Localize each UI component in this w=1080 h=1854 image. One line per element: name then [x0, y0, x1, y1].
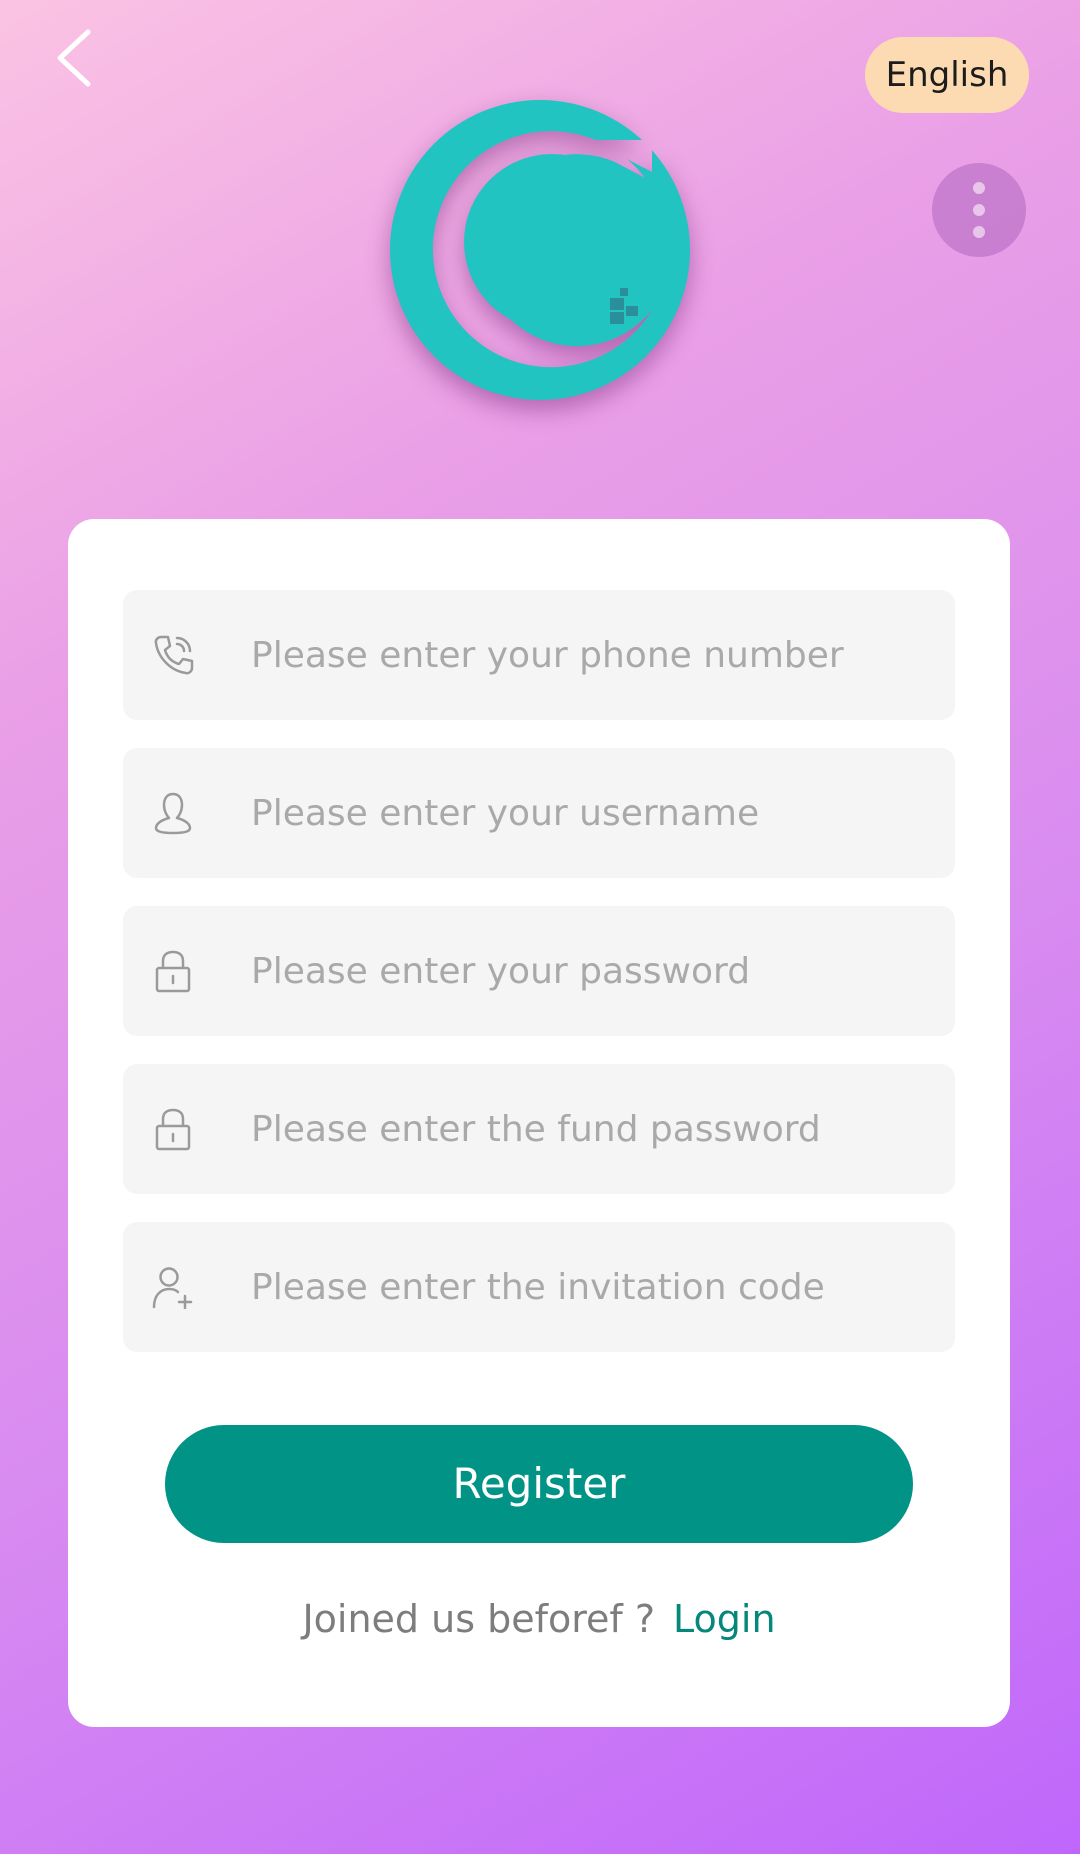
register-button[interactable]: Register	[165, 1425, 913, 1543]
username-field[interactable]	[123, 748, 955, 878]
more-options-button[interactable]	[932, 163, 1026, 257]
app-logo	[390, 100, 690, 400]
fund-password-input[interactable]	[251, 1064, 931, 1194]
login-link[interactable]: Login	[673, 1597, 776, 1641]
phone-input[interactable]	[251, 590, 931, 720]
login-prompt-line: Joined us beforef ? Login	[68, 1589, 1010, 1649]
register-card: Register Joined us beforef ? Login	[68, 519, 1010, 1727]
fund-password-field[interactable]	[123, 1064, 955, 1194]
chevron-left-icon	[57, 29, 91, 87]
password-field[interactable]	[123, 906, 955, 1036]
user-icon	[151, 791, 195, 835]
lock-icon	[151, 949, 195, 993]
back-button[interactable]	[48, 26, 108, 90]
phone-field[interactable]	[123, 590, 955, 720]
invitation-code-input[interactable]	[251, 1222, 931, 1352]
language-button[interactable]: English	[865, 37, 1029, 113]
login-prompt-text: Joined us beforef ?	[302, 1597, 656, 1641]
user-add-icon	[151, 1265, 195, 1310]
password-input[interactable]	[251, 906, 931, 1036]
username-input[interactable]	[251, 748, 931, 878]
phone-icon	[151, 633, 195, 677]
lock-icon	[151, 1107, 195, 1151]
invitation-code-field[interactable]	[123, 1222, 955, 1352]
more-vertical-icon	[973, 182, 985, 238]
